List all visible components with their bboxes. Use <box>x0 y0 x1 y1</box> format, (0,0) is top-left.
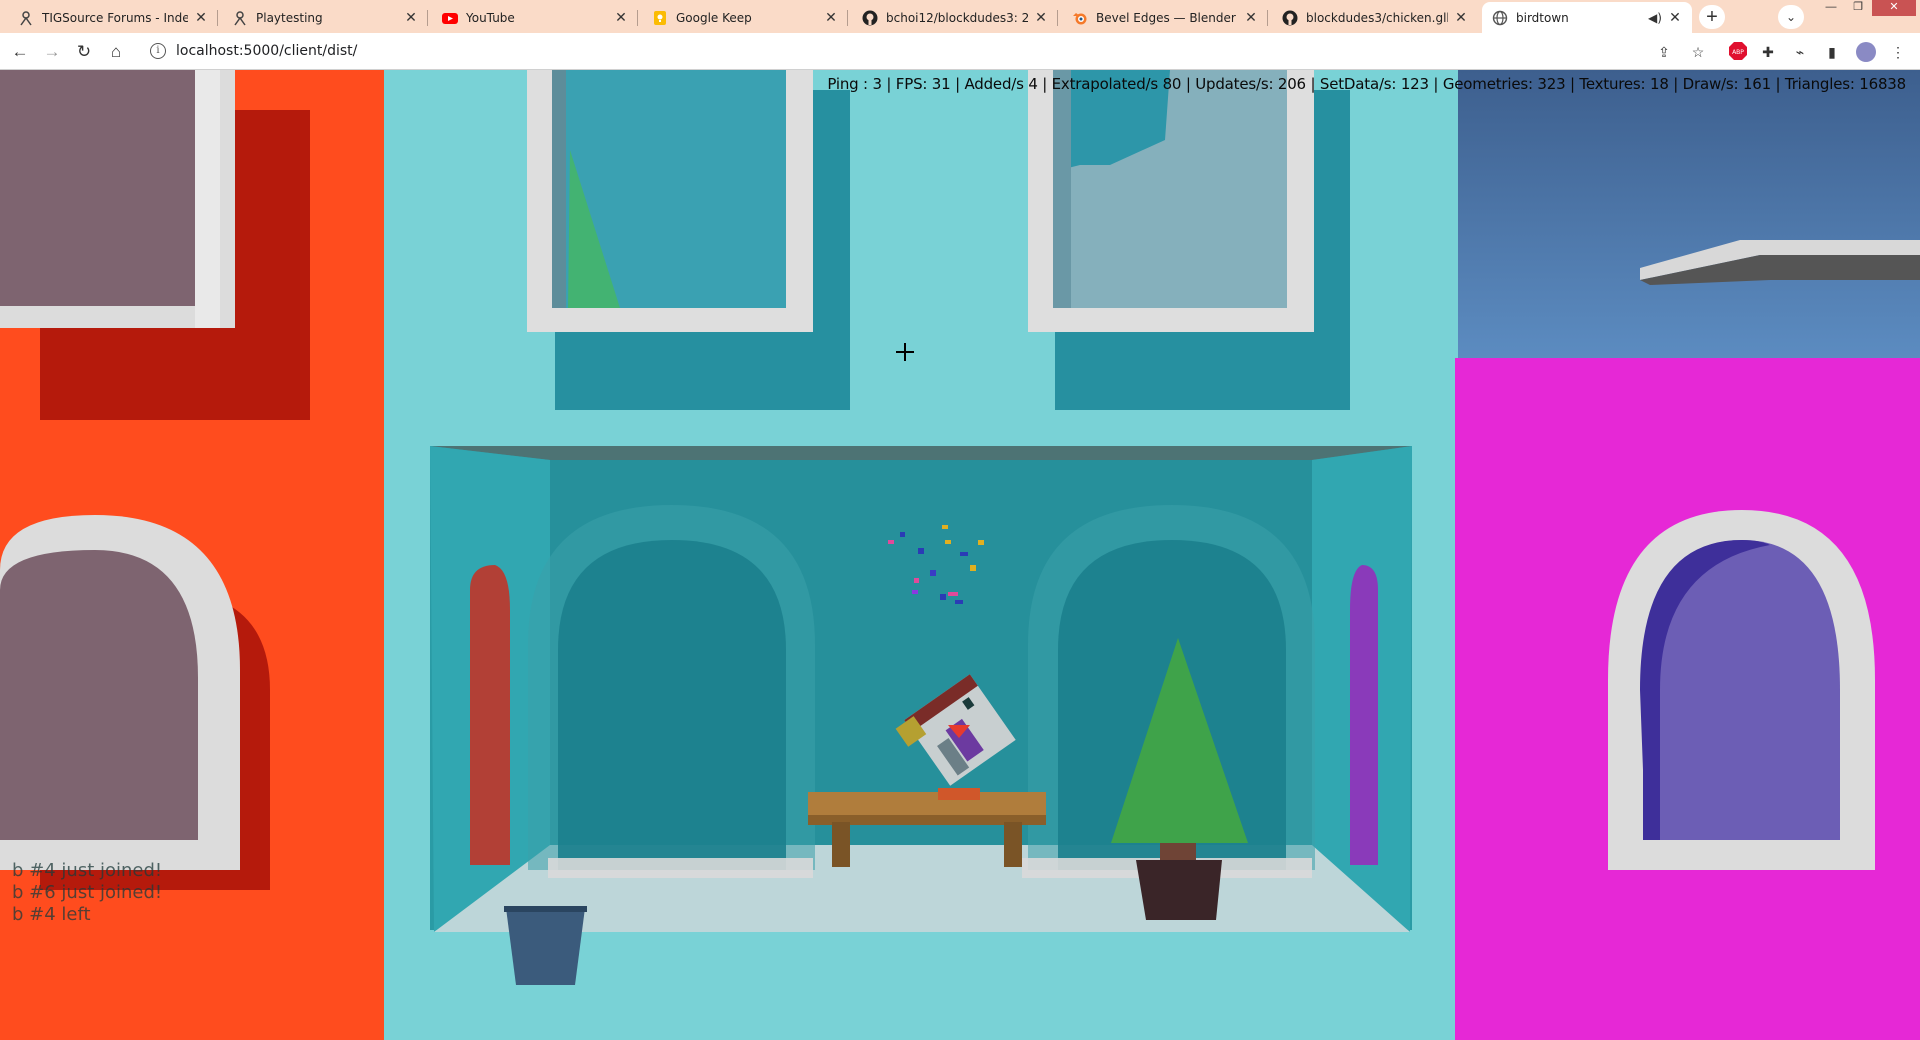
github-icon <box>1282 10 1298 25</box>
close-icon[interactable]: ✕ <box>1454 10 1468 26</box>
tab-separator <box>1057 10 1058 26</box>
close-icon[interactable]: ✕ <box>614 10 628 26</box>
tab-separator <box>217 10 218 26</box>
tab-birdtown[interactable]: birdtown ◀) ✕ <box>1482 2 1692 33</box>
tab-blockdudes-repo[interactable]: bchoi12/blockdudes3: 2.5D ✕ <box>852 2 1058 33</box>
minimize-button[interactable]: — <box>1818 0 1844 16</box>
cast-icon[interactable]: ⌁ <box>1790 42 1810 62</box>
left-upper-window <box>0 70 310 420</box>
center-upper-window-1 <box>527 70 850 410</box>
chat-message: b #4 just joined! <box>12 860 163 881</box>
tab-youtube[interactable]: YouTube ✕ <box>432 2 638 33</box>
tab-strip: TIGSource Forums - Index ✕ Playtesting ✕… <box>0 0 1920 33</box>
svg-text:ABP: ABP <box>1732 49 1744 56</box>
tab-label: Bevel Edges — Blender Ma <box>1096 10 1238 25</box>
blender-icon <box>1073 12 1087 24</box>
game-scene <box>0 70 1920 1040</box>
maximize-button[interactable]: ❐ <box>1845 0 1871 16</box>
new-tab-button[interactable]: + <box>1699 5 1725 29</box>
close-icon[interactable]: ✕ <box>1244 10 1258 26</box>
forward-button[interactable]: → <box>40 40 64 64</box>
tab-blender-manual[interactable]: Bevel Edges — Blender Ma ✕ <box>1062 2 1268 33</box>
side-panel-icon[interactable]: ▮ <box>1822 42 1842 62</box>
debug-stats: Ping : 3 | FPS: 31 | Added/s 4 | Extrapo… <box>827 75 1906 93</box>
close-icon[interactable]: ✕ <box>1034 10 1048 26</box>
tab-google-keep[interactable]: Google Keep ✕ <box>642 2 848 33</box>
close-icon[interactable]: ✕ <box>1668 10 1682 26</box>
center-upper-window-2 <box>1028 70 1350 410</box>
tigsource-icon <box>20 10 32 25</box>
tab-separator <box>637 10 638 26</box>
window-close-button[interactable]: ✕ <box>1872 0 1916 16</box>
tab-chicken-glb[interactable]: blockdudes3/chicken.glb at ✕ <box>1272 2 1478 33</box>
close-icon[interactable]: ✕ <box>194 10 208 26</box>
tab-label: birdtown <box>1516 10 1569 25</box>
room-opening <box>430 446 1412 932</box>
tigsource-icon <box>234 10 246 25</box>
github-icon <box>862 10 878 25</box>
reload-button[interactable]: ↻ <box>72 40 96 64</box>
tab-label: bchoi12/blockdudes3: 2.5D <box>886 10 1028 25</box>
chat-message: b #4 left <box>12 904 91 925</box>
site-info-icon[interactable]: i <box>150 43 166 59</box>
browser-toolbar: ← → ↻ ⌂ i localhost:5000/client/dist/ ⇪ … <box>0 33 1920 70</box>
tab-label: TIGSource Forums - Index <box>42 10 188 25</box>
trash-bin <box>506 908 585 985</box>
tab-label: blockdudes3/chicken.glb at <box>1306 10 1448 25</box>
share-icon[interactable]: ⇪ <box>1654 42 1674 62</box>
speaker-icon[interactable]: ◀) <box>1648 11 1662 25</box>
adblock-icon[interactable]: ABP <box>1728 42 1748 62</box>
tab-separator <box>1267 10 1268 26</box>
tab-separator <box>427 10 428 26</box>
google-keep-icon <box>654 10 666 25</box>
tab-tigsource[interactable]: TIGSource Forums - Index ✕ <box>8 2 218 33</box>
tab-separator <box>847 10 848 26</box>
extensions-icon[interactable]: ✚ <box>1758 42 1778 62</box>
sky <box>1458 70 1920 360</box>
url-text[interactable]: localhost:5000/client/dist/ <box>176 43 357 59</box>
tab-playtesting[interactable]: Playtesting ✕ <box>222 2 428 33</box>
tab-label: Playtesting <box>256 10 323 25</box>
close-icon[interactable]: ✕ <box>824 10 838 26</box>
address-bar[interactable]: i localhost:5000/client/dist/ <box>140 37 1700 65</box>
tab-label: Google Keep <box>676 10 752 25</box>
bookmark-star-icon[interactable]: ☆ <box>1688 42 1708 62</box>
globe-icon <box>1492 10 1508 25</box>
tab-search-button[interactable]: ⌄ <box>1778 5 1804 29</box>
home-button[interactable]: ⌂ <box>104 40 128 64</box>
back-button[interactable]: ← <box>8 40 32 64</box>
right-window <box>1608 510 1875 870</box>
chat-log: b #4 just joined! b #6 just joined! b #4… <box>12 860 162 926</box>
game-viewport[interactable]: Ping : 3 | FPS: 31 | Added/s 4 | Extrapo… <box>0 70 1920 1040</box>
crosshair-icon <box>895 342 915 362</box>
close-icon[interactable]: ✕ <box>404 10 418 26</box>
avatar[interactable] <box>1856 42 1876 62</box>
tab-label: YouTube <box>466 10 515 25</box>
youtube-icon <box>442 12 458 24</box>
chat-message: b #6 just joined! <box>12 882 163 903</box>
menu-icon[interactable]: ⋮ <box>1888 42 1908 62</box>
